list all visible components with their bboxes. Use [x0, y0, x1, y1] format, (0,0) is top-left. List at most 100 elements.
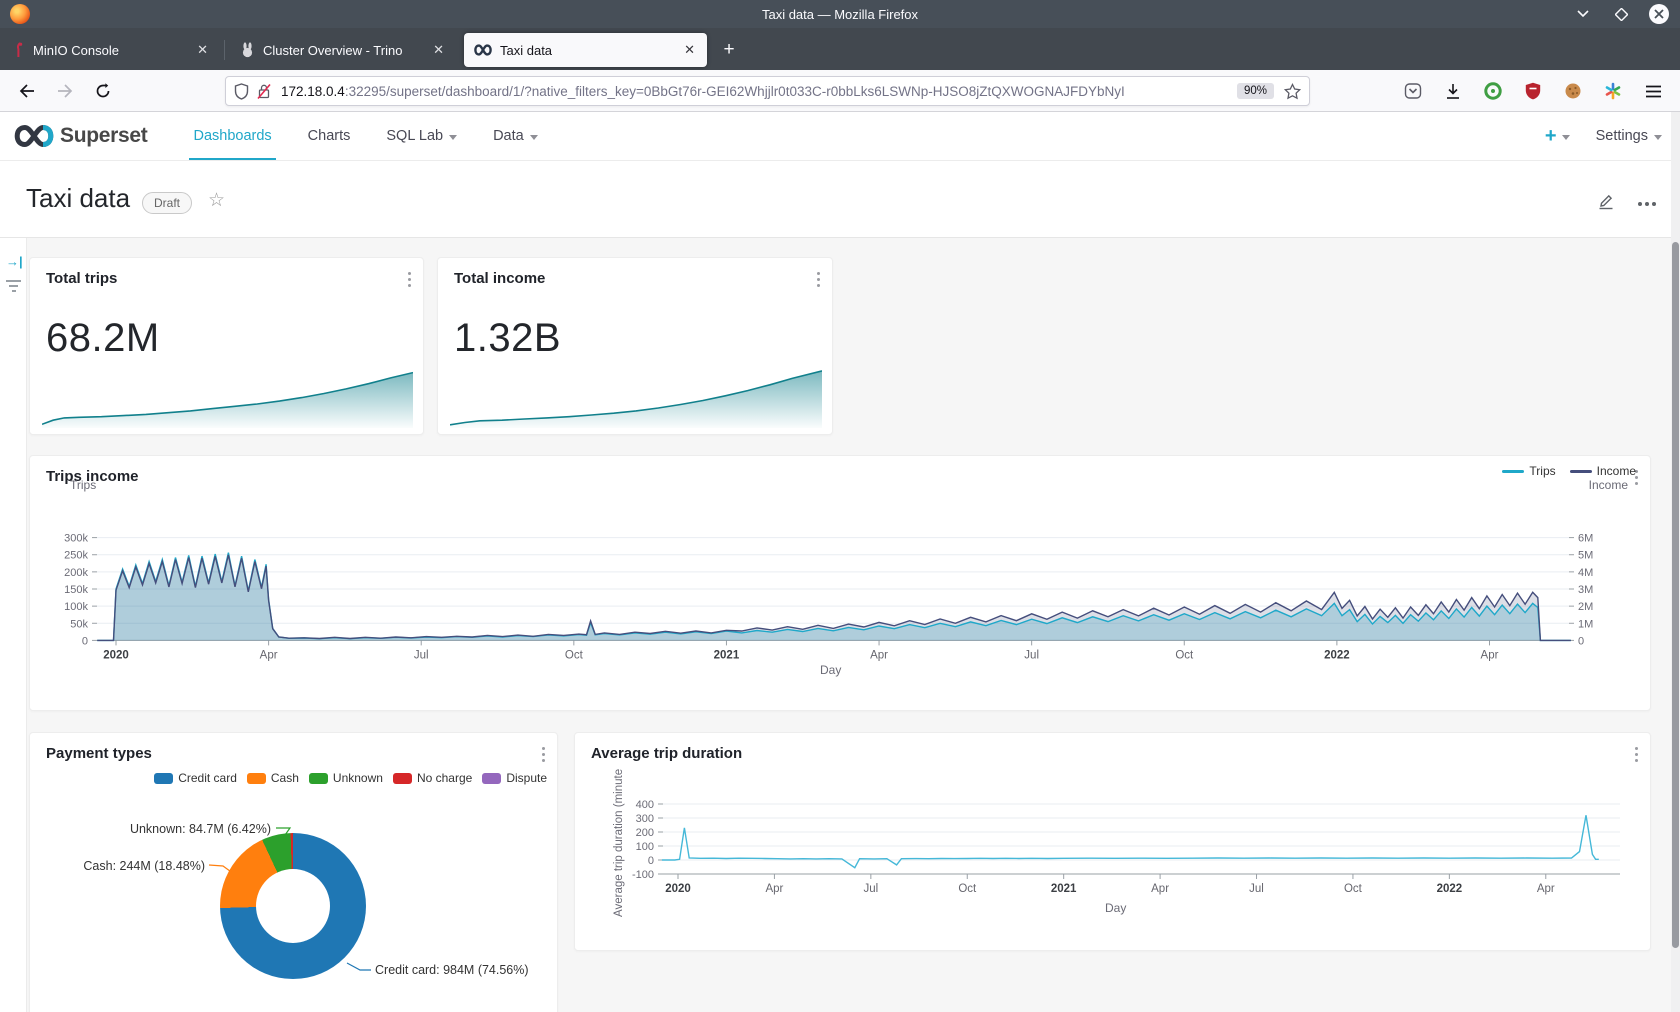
chart-legend: Credit card Cash Unknown No charge Dispute — [154, 771, 547, 785]
svg-text:Jul: Jul — [414, 649, 429, 661]
cookie-icon[interactable] — [1560, 78, 1586, 104]
tab-close-icon[interactable]: ✕ — [195, 42, 210, 58]
firefox-logo-icon — [10, 4, 30, 24]
svg-text:50k: 50k — [70, 618, 88, 630]
settings-menu[interactable]: Settings — [1596, 128, 1662, 144]
svg-text:4M: 4M — [1578, 567, 1593, 579]
svg-text:100: 100 — [636, 841, 654, 853]
downloads-icon[interactable] — [1440, 78, 1466, 104]
svg-text:Apr: Apr — [1537, 883, 1555, 895]
legend-item[interactable]: Credit card — [154, 771, 237, 785]
nav-sql-lab[interactable]: SQL Lab — [368, 112, 475, 160]
big-number-value: 68.2M — [46, 316, 160, 361]
svg-text:Apr: Apr — [765, 883, 783, 895]
svg-text:2022: 2022 — [1324, 649, 1350, 661]
svg-text:0: 0 — [648, 855, 654, 867]
svg-text:Apr: Apr — [1151, 883, 1169, 895]
reload-button[interactable] — [88, 76, 118, 106]
ublock-shield-icon[interactable] — [1520, 78, 1546, 104]
nav-charts[interactable]: Charts — [290, 112, 369, 160]
window-titlebar: Taxi data — Mozilla Firefox — [0, 0, 1680, 28]
svg-text:2M: 2M — [1578, 601, 1593, 613]
superset-infinity-icon — [14, 123, 54, 149]
pocket-icon[interactable] — [1400, 78, 1426, 104]
url-bar[interactable]: 172.18.0.4:32295/superset/dashboard/1/?n… — [225, 76, 1310, 106]
extension-pinwheel-icon[interactable] — [1600, 78, 1626, 104]
tab-title: Cluster Overview - Trino — [263, 43, 423, 58]
tab-title: Taxi data — [500, 43, 674, 58]
favorite-star-icon[interactable]: ☆ — [208, 189, 225, 212]
svg-text:250k: 250k — [64, 550, 88, 562]
window-minimize-icon[interactable] — [1572, 3, 1594, 25]
big-number-value: 1.32B — [454, 316, 561, 361]
tab-minio-console[interactable]: MinIO Console ✕ — [5, 33, 220, 67]
filter-icon[interactable] — [6, 280, 21, 292]
new-tab-button[interactable]: + — [715, 36, 743, 64]
chevron-down-icon — [1654, 135, 1662, 140]
page-title: Taxi data — [26, 183, 130, 214]
tab-close-icon[interactable]: ✕ — [431, 42, 446, 58]
tab-title: MinIO Console — [33, 43, 187, 58]
url-text[interactable]: 172.18.0.4:32295/superset/dashboard/1/?n… — [281, 84, 1237, 99]
legend-item[interactable]: No charge — [393, 771, 472, 785]
scrollbar-thumb[interactable] — [1672, 242, 1679, 948]
tab-taxi-data[interactable]: Taxi data ✕ — [464, 33, 707, 67]
svg-text:Apr: Apr — [1481, 649, 1499, 661]
svg-text:1M: 1M — [1578, 618, 1593, 630]
window-close-icon[interactable] — [1648, 3, 1670, 25]
tracking-shield-icon[interactable] — [234, 83, 249, 100]
back-button[interactable] — [12, 76, 42, 106]
edit-pencil-icon[interactable] — [1596, 191, 1616, 216]
svg-text:200: 200 — [636, 827, 654, 839]
url-host: 172.18.0.4 — [281, 84, 345, 99]
total-income-sparkline — [450, 366, 822, 428]
tab-separator — [224, 40, 225, 60]
superset-header: Superset Dashboards Charts SQL Lab Data … — [0, 112, 1680, 161]
legend-item[interactable]: Cash — [247, 771, 299, 785]
browser-toolbar: 172.18.0.4:32295/superset/dashboard/1/?n… — [0, 70, 1680, 112]
donut-label-unknown: Unknown: 84.7M (6.42%) — [130, 822, 271, 836]
x-axis-title: Day — [1105, 901, 1126, 915]
svg-text:2022: 2022 — [1437, 883, 1463, 895]
svg-text:Jul: Jul — [863, 883, 878, 895]
page-scrollbar[interactable] — [1671, 112, 1680, 1012]
nav-dashboards[interactable]: Dashboards — [175, 112, 289, 160]
legend-item[interactable]: Dispute — [482, 771, 547, 785]
brand-name: Superset — [60, 124, 147, 148]
chart-kebab-menu-icon[interactable] — [542, 747, 545, 762]
expand-filter-bar-icon[interactable]: →| — [6, 254, 23, 269]
trips-income-chart: 0050k1M100k2M150k3M200k4M250k5M300k6M202… — [30, 456, 1652, 668]
tab-trino[interactable]: Cluster Overview - Trino ✕ — [230, 33, 456, 67]
legend-item[interactable]: Unknown — [309, 771, 383, 785]
tab-close-icon[interactable]: ✕ — [682, 42, 697, 58]
filter-bar-collapsed: →| — [0, 238, 27, 1012]
chart-kebab-menu-icon[interactable] — [817, 272, 820, 287]
bookmark-star-icon[interactable] — [1284, 83, 1301, 100]
page-zoom-badge[interactable]: 90% — [1237, 83, 1274, 99]
svg-text:6M: 6M — [1578, 533, 1593, 545]
svg-text:0: 0 — [1578, 635, 1584, 647]
donut-label-cash: Cash: 244M (18.48%) — [83, 859, 205, 873]
chevron-down-icon — [449, 135, 457, 140]
svg-text:2021: 2021 — [714, 649, 740, 661]
extension-green-icon[interactable] — [1480, 78, 1506, 104]
forward-button[interactable] — [50, 76, 80, 106]
insecure-lock-icon[interactable] — [257, 83, 271, 100]
svg-text:300: 300 — [636, 813, 654, 825]
payment-types-panel: Payment types Credit cardCashUnknownNo c… — [29, 732, 558, 1012]
dashboard-body: →| Total trips 68.2M Total income 1.32B … — [0, 238, 1680, 1012]
superset-logo[interactable]: Superset — [14, 123, 147, 149]
hamburger-menu-icon[interactable] — [1640, 78, 1666, 104]
svg-text:2021: 2021 — [1051, 883, 1077, 895]
chart-kebab-menu-icon[interactable] — [408, 272, 411, 287]
dashboard-title-row: Taxi data Draft ☆ — [0, 161, 1680, 238]
more-actions-icon[interactable] — [1638, 202, 1656, 206]
new-item-button[interactable]: + — [1545, 125, 1570, 148]
svg-text:Oct: Oct — [1175, 649, 1194, 661]
nav-data[interactable]: Data — [475, 112, 556, 160]
url-path: :32295/superset/dashboard/1/?native_filt… — [345, 84, 1125, 99]
superset-favicon — [474, 44, 492, 56]
window-maximize-icon[interactable] — [1610, 3, 1632, 25]
svg-text:Apr: Apr — [870, 649, 888, 661]
x-axis-title: Day — [820, 663, 841, 677]
